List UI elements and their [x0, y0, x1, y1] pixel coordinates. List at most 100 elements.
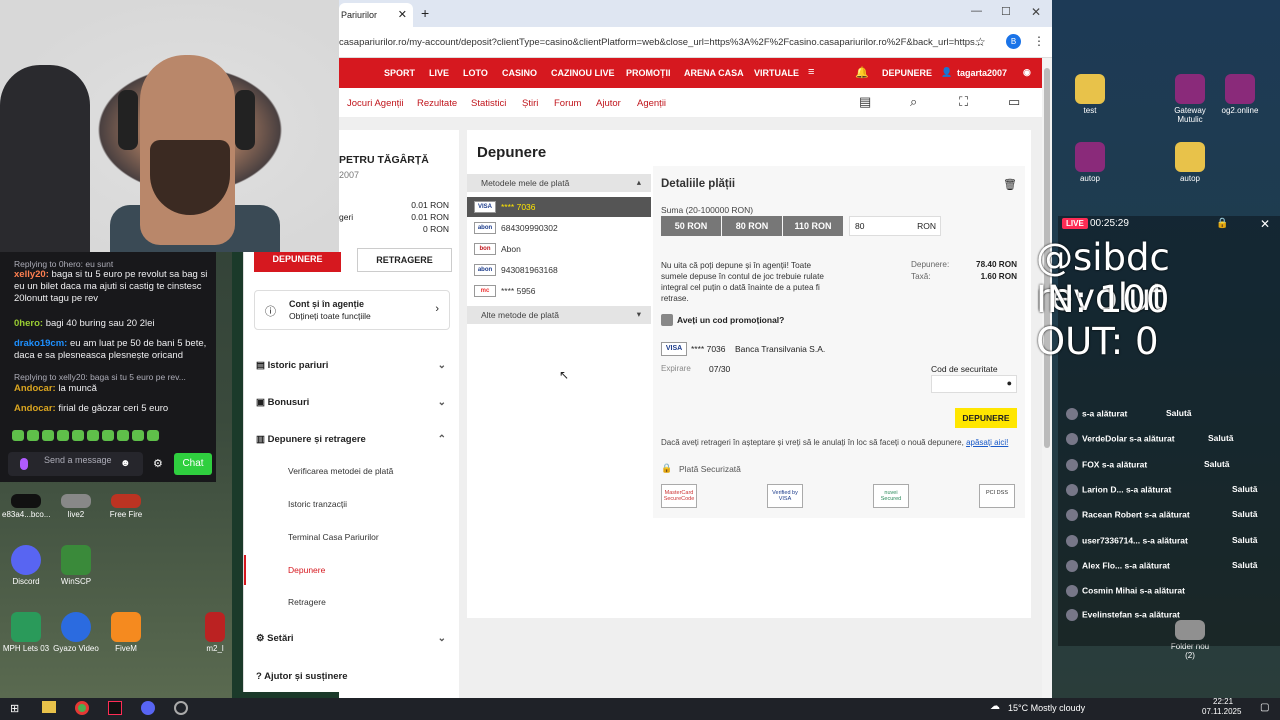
ticket-icon[interactable]: ▤: [859, 94, 871, 110]
menu-item-bonusuri[interactable]: ▣ Bonusuri ⌄: [256, 397, 452, 408]
nav-live[interactable]: LIVE: [429, 68, 449, 78]
winrar-icon[interactable]: og2.online: [1216, 74, 1264, 115]
desktop-icon[interactable]: MPH Lets 03: [2, 612, 50, 653]
weather-text[interactable]: 15°C Mostly cloudy: [1008, 703, 1085, 713]
submenu-item[interactable]: Terminal Casa Pariurilor: [288, 532, 379, 542]
submenu-item[interactable]: Verificarea metodei de plată: [288, 466, 393, 476]
payment-method[interactable]: mc **** 5956: [473, 281, 651, 301]
chat-icon[interactable]: ▭: [1008, 94, 1020, 110]
desktop-icon[interactable]: m2_l: [198, 612, 232, 653]
chat-user[interactable]: 0hero:: [14, 318, 43, 329]
wave-button[interactable]: Salută: [1166, 408, 1192, 418]
submenu-item[interactable]: Istoric tranzacții: [288, 499, 347, 509]
amount-50-button[interactable]: 50 RON: [661, 216, 721, 236]
menu-item-ajutor[interactable]: ? Ajutor și susținere: [256, 671, 452, 682]
chat-user[interactable]: Andocar:: [14, 403, 56, 414]
payment-method[interactable]: abon 684309990302: [473, 218, 651, 238]
explorer-icon[interactable]: [42, 701, 56, 713]
nav-casino[interactable]: CASINO: [502, 68, 537, 78]
nav-deposit-button[interactable]: DEPUNERE: [882, 68, 932, 78]
chat-user[interactable]: drako19cm:: [14, 338, 67, 349]
maximize-icon[interactable]: ☐: [1001, 5, 1011, 18]
profile-avatar[interactable]: B: [1006, 34, 1021, 49]
payment-method[interactable]: abon 943081963168: [473, 260, 651, 280]
subnav-item[interactable]: Jocuri Agenții: [347, 98, 404, 109]
desktop-icon[interactable]: Free Fire: [102, 494, 150, 519]
winrar-icon[interactable]: Gateway Mutulic: [1166, 74, 1214, 124]
winrar-icon[interactable]: autop: [1066, 142, 1114, 183]
obs-icon[interactable]: [174, 701, 188, 715]
gear-icon[interactable]: ⚙: [153, 457, 163, 470]
chrome-icon[interactable]: [75, 701, 89, 715]
discord-icon[interactable]: Discord: [2, 545, 50, 586]
payment-method[interactable]: VISA **** 7036: [473, 197, 651, 217]
cancel-withdrawal-link[interactable]: apăsați aici!: [966, 438, 1008, 447]
nav-promotii[interactable]: PROMOȚII: [626, 68, 671, 78]
star-icon[interactable]: ☆: [975, 35, 986, 49]
info-icon[interactable]: ●: [1007, 378, 1012, 388]
subnav-item[interactable]: Forum: [554, 98, 581, 109]
nav-virtuale[interactable]: VIRTUALE: [754, 68, 799, 78]
payment-method[interactable]: bon Abon: [473, 239, 651, 259]
wave-button[interactable]: Salută: [1232, 509, 1258, 519]
trash-icon[interactable]: 🗑: [1003, 178, 1017, 191]
chat-user[interactable]: Andocar:: [14, 383, 56, 394]
agency-card[interactable]: ⓘ Cont și în agenție Obțineți toate func…: [254, 290, 450, 330]
start-icon[interactable]: ⊞: [10, 702, 19, 715]
menu-item-istoric[interactable]: ▤ Istoric pariuri ⌄: [256, 360, 452, 371]
new-tab-icon[interactable]: +: [421, 5, 429, 21]
close-icon[interactable]: ✕: [398, 8, 407, 21]
close-window-icon[interactable]: ✕: [1031, 5, 1041, 19]
close-icon[interactable]: ✕: [1260, 217, 1270, 231]
submenu-item[interactable]: Retragere: [288, 597, 326, 607]
notification-icon[interactable]: ▢: [1260, 702, 1269, 713]
menu-item-depunere-retragere[interactable]: ▥ Depunere și retragere ⌃: [256, 434, 452, 445]
wave-button[interactable]: Salută: [1208, 433, 1234, 443]
nav-cazinou-live[interactable]: CAZINOU LIVE: [551, 68, 615, 78]
discord-icon[interactable]: [141, 701, 155, 715]
desktop-icon[interactable]: live2: [52, 494, 100, 519]
subnav-item[interactable]: Agenții: [637, 98, 666, 109]
promo-label[interactable]: Aveți un cod promoțional?: [677, 315, 784, 325]
nav-sport[interactable]: SPORT: [384, 68, 415, 78]
browser-tab[interactable]: Pariurilor ✕: [339, 3, 413, 27]
winscp-icon[interactable]: WinSCP: [52, 545, 100, 586]
amount-110-button[interactable]: 110 RON: [783, 216, 843, 236]
user-icon[interactable]: 👤: [941, 67, 952, 78]
subnav-item[interactable]: Rezultate: [417, 98, 457, 109]
menu-item-setari[interactable]: ⚙ Setări ⌄: [256, 633, 452, 644]
menu-withdraw-button[interactable]: RETRAGERE: [357, 248, 452, 272]
submit-deposit-button[interactable]: DEPUNERE: [955, 408, 1017, 428]
folder-icon[interactable]: autop: [1166, 142, 1214, 183]
menu-deposit-button[interactable]: DEPUNERE: [254, 252, 341, 272]
other-methods-header[interactable]: Alte metode de plată ▾: [467, 306, 651, 324]
wave-button[interactable]: Salută: [1204, 459, 1230, 469]
promo-checkbox[interactable]: [661, 314, 673, 326]
tiktok-icon[interactable]: [108, 701, 122, 715]
wave-button[interactable]: Salută: [1232, 560, 1258, 570]
clock-time[interactable]: 22:21: [1213, 697, 1233, 706]
cvv-input[interactable]: ●: [931, 375, 1017, 393]
url-text[interactable]: casapariurilor.ro/my-account/deposit?cli…: [339, 37, 983, 48]
subnav-item[interactable]: Statistici: [471, 98, 506, 109]
wave-button[interactable]: Salută: [1232, 484, 1258, 494]
address-bar[interactable]: casapariurilor.ro/my-account/deposit?cli…: [339, 27, 1052, 58]
username[interactable]: tagarta2007: [957, 68, 1007, 78]
desktop-icon[interactable]: e83a4...bco...: [2, 494, 50, 519]
subnav-item[interactable]: Ajutor: [596, 98, 621, 109]
nav-loto[interactable]: LOTO: [463, 68, 488, 78]
emote-bar[interactable]: [12, 430, 159, 441]
emoji-icon[interactable]: ☻: [120, 458, 131, 469]
chat-send-button[interactable]: Chat: [174, 453, 212, 475]
submenu-item-active[interactable]: Depunere: [288, 565, 325, 575]
desktop-icon[interactable]: test: [1066, 74, 1114, 115]
clock-date[interactable]: 07.11.2025: [1202, 707, 1241, 716]
scan-icon[interactable]: ⛶: [959, 94, 968, 110]
amount-input[interactable]: 80 RON: [849, 216, 941, 236]
mic-icon[interactable]: [20, 458, 28, 470]
chat-user[interactable]: xelly20:: [14, 269, 49, 280]
minimize-icon[interactable]: —: [971, 5, 982, 17]
eye-icon[interactable]: ◉: [1023, 67, 1031, 78]
bell-icon[interactable]: 🔔: [855, 66, 869, 79]
fivem-icon[interactable]: FiveM: [102, 612, 150, 653]
